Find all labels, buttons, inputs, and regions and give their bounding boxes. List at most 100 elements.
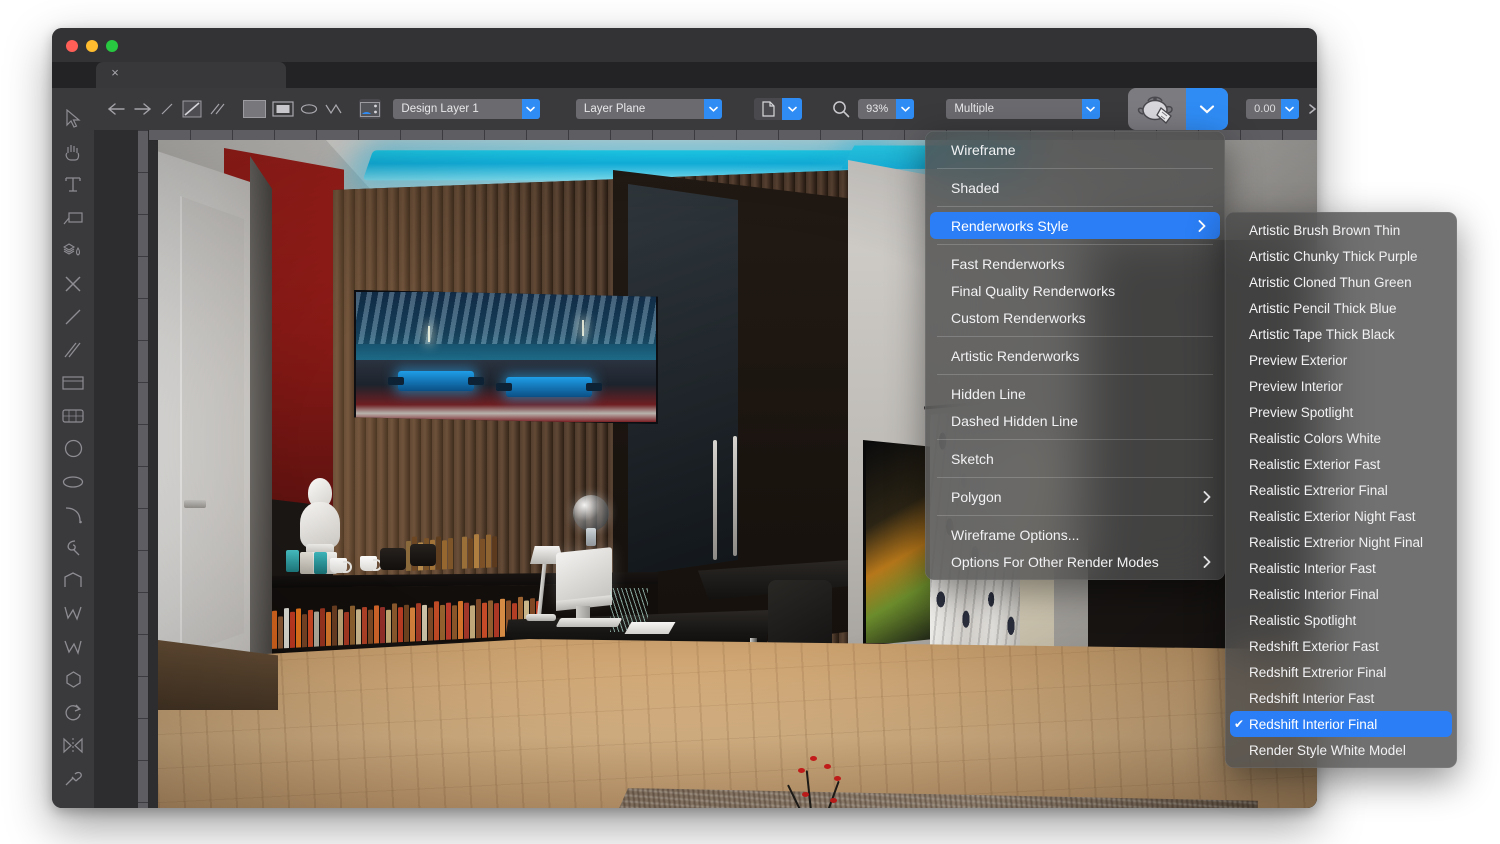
chevron-down-icon[interactable] (782, 98, 803, 120)
ruler-tick (138, 172, 148, 173)
zoom-window-button[interactable] (106, 40, 118, 52)
ruler-tick (400, 130, 401, 140)
style-item-redshift-interior-final[interactable]: ✔ Redshift Interior Final (1230, 711, 1452, 737)
arrow-left-icon[interactable] (108, 98, 127, 120)
menu-item-final-quality-renderworks[interactable]: Final Quality Renderworks (925, 277, 1225, 304)
menu-item-artistic-renderworks[interactable]: Artistic Renderworks (925, 342, 1225, 369)
style-item-realistic-exterior-night-fast[interactable]: Realistic Exterior Night Fast (1225, 503, 1457, 529)
menu-separator (937, 206, 1213, 207)
style-item-redshift-exterior-fast[interactable]: Redshift Exterior Fast (1225, 633, 1457, 659)
book (272, 610, 277, 649)
snap-grid-icon[interactable] (359, 99, 382, 119)
style-item-realistic-exterior-fast[interactable]: Realistic Exterior Fast (1225, 451, 1457, 477)
ruler-tick (138, 718, 148, 719)
menu-item-wireframe-options[interactable]: Wireframe Options... (925, 521, 1225, 548)
pan-hand-icon[interactable] (52, 135, 94, 168)
oval-tool-icon[interactable] (52, 465, 94, 498)
style-item-realistic-interior-fast[interactable]: Realistic Interior Fast (1225, 555, 1457, 581)
chevron-down-icon[interactable] (704, 99, 723, 119)
numeric-field[interactable]: 0.00 (1246, 99, 1299, 119)
arc-tool-icon[interactable] (52, 498, 94, 531)
circle-tool-icon[interactable] (52, 432, 94, 465)
document-tab[interactable]: × (96, 62, 286, 88)
menu-item-sketch[interactable]: Sketch (925, 445, 1225, 472)
polyline-tool-icon[interactable] (52, 597, 94, 630)
ellipse-icon[interactable] (300, 98, 319, 120)
style-item-label: Realistic Extrerior Night Final (1249, 534, 1424, 550)
chevron-down-icon[interactable] (521, 99, 540, 119)
render-mode-menu[interactable]: Wireframe Shaded Renderworks Style Fast Ren… (925, 131, 1225, 580)
layer-plane-select[interactable]: Layer Plane (575, 99, 723, 119)
style-item-realistic-extrerior-night-final[interactable]: Realistic Extrerior Night Final (1225, 529, 1457, 555)
polygon-tool-icon[interactable] (52, 630, 94, 663)
text-tool-icon[interactable] (52, 168, 94, 201)
toolbar-overflow-arrow-icon[interactable] (1307, 103, 1317, 115)
tab-strip: × (52, 62, 1317, 88)
render-mode-chevron-down-icon[interactable] (1186, 88, 1229, 130)
wall-tool-icon[interactable] (52, 564, 94, 597)
zoom-level-select[interactable]: 93% (858, 99, 915, 119)
line-fill-icon[interactable] (182, 98, 202, 120)
style-item-artistic-pencil-thick-blue[interactable]: Artistic Pencil Thick Blue (1225, 295, 1457, 321)
menu-item-hidden-line[interactable]: Hidden Line (925, 380, 1225, 407)
search-icon[interactable] (832, 100, 850, 118)
nurbs-tool-icon[interactable] (52, 663, 94, 696)
menu-item-options-for-other-render-modes[interactable]: Options For Other Render Modes (925, 548, 1225, 575)
style-item-redshift-extrerior-final[interactable]: Redshift Extrerior Final (1225, 659, 1457, 685)
line-double-icon[interactable] (208, 98, 227, 120)
style-item-realistic-extrerior-final[interactable]: Realistic Extrerior Final (1225, 477, 1457, 503)
rectangle-tool-icon[interactable] (52, 366, 94, 399)
close-window-button[interactable] (66, 40, 78, 52)
line-thin-icon[interactable] (157, 98, 176, 120)
cabinet-handle (733, 436, 737, 556)
polyline-icon[interactable] (324, 98, 343, 120)
arrow-right-icon[interactable] (133, 98, 152, 120)
style-item-render-style-white-model[interactable]: Render Style White Model (1225, 737, 1457, 763)
chevron-down-icon[interactable] (896, 99, 915, 119)
style-item-preview-exterior[interactable]: Preview Exterior (1225, 347, 1457, 373)
menu-item-custom-renderworks[interactable]: Custom Renderworks (925, 304, 1225, 331)
style-item-realistic-colors-white[interactable]: Realistic Colors White (1225, 425, 1457, 451)
selection-arrow-icon[interactable] (52, 102, 94, 135)
menu-item-renderworks-style[interactable]: Renderworks Style (930, 212, 1220, 239)
f1-car (388, 370, 484, 391)
ruler-tick (190, 130, 191, 140)
vertical-ruler[interactable] (138, 130, 149, 808)
style-item-artistic-brush-brown-thin[interactable]: Artistic Brush Brown Thin (1225, 217, 1457, 243)
menu-item-wireframe[interactable]: Wireframe (925, 136, 1225, 163)
style-item-preview-spotlight[interactable]: Preview Spotlight (1225, 399, 1457, 425)
eyedropper-tool-icon[interactable] (52, 762, 94, 795)
style-item-preview-interior[interactable]: Preview Interior (1225, 373, 1457, 399)
close-icon[interactable]: × (108, 66, 122, 80)
double-line-tool-icon[interactable] (52, 333, 94, 366)
view-mode-select[interactable]: Multiple (946, 99, 1100, 119)
line-tool-icon[interactable] (52, 300, 94, 333)
style-item-realistic-spotlight[interactable]: Realistic Spotlight (1225, 607, 1457, 633)
renderworks-style-submenu[interactable]: Artistic Brush Brown Thin Artistic Chunky… (1225, 212, 1457, 768)
menu-item-polygon[interactable]: Polygon (925, 483, 1225, 510)
menu-item-shaded[interactable]: Shaded (925, 174, 1225, 201)
mirror-tool-icon[interactable] (52, 729, 94, 762)
rect-fill-icon[interactable] (271, 98, 294, 120)
delete-x-icon[interactable] (52, 267, 94, 300)
page-setup-button[interactable] (754, 98, 803, 120)
style-item-artistic-tape-thick-black[interactable]: Artistic Tape Thick Black (1225, 321, 1457, 347)
menu-item-dashed-hidden-line[interactable]: Dashed Hidden Line (925, 407, 1225, 434)
menu-item-fast-renderworks[interactable]: Fast Renderworks (925, 250, 1225, 277)
chevron-down-icon[interactable] (1280, 99, 1299, 119)
rotate-tool-icon[interactable] (52, 696, 94, 729)
minimize-window-button[interactable] (86, 40, 98, 52)
render-mode-button[interactable] (1127, 88, 1229, 130)
style-item-atristic-cloned-thun-green[interactable]: Atristic Cloned Thun Green (1225, 269, 1457, 295)
design-layer-select[interactable]: Design Layer 1 (393, 99, 540, 119)
fill-swatch-icon[interactable] (243, 100, 266, 118)
style-item-redshift-interior-fast[interactable]: Redshift Interior Fast (1225, 685, 1457, 711)
callout-tool-icon[interactable] (52, 201, 94, 234)
attribute-dropper-icon[interactable] (52, 234, 94, 267)
style-item-realistic-interior-final[interactable]: Realistic Interior Final (1225, 581, 1457, 607)
chevron-down-icon[interactable] (1081, 99, 1100, 119)
spiral-tool-icon[interactable] (52, 531, 94, 564)
flower-bud (834, 776, 841, 781)
rounded-rectangle-tool-icon[interactable] (52, 399, 94, 432)
style-item-artistic-chunky-thick-purple[interactable]: Artistic Chunky Thick Purple (1225, 243, 1457, 269)
